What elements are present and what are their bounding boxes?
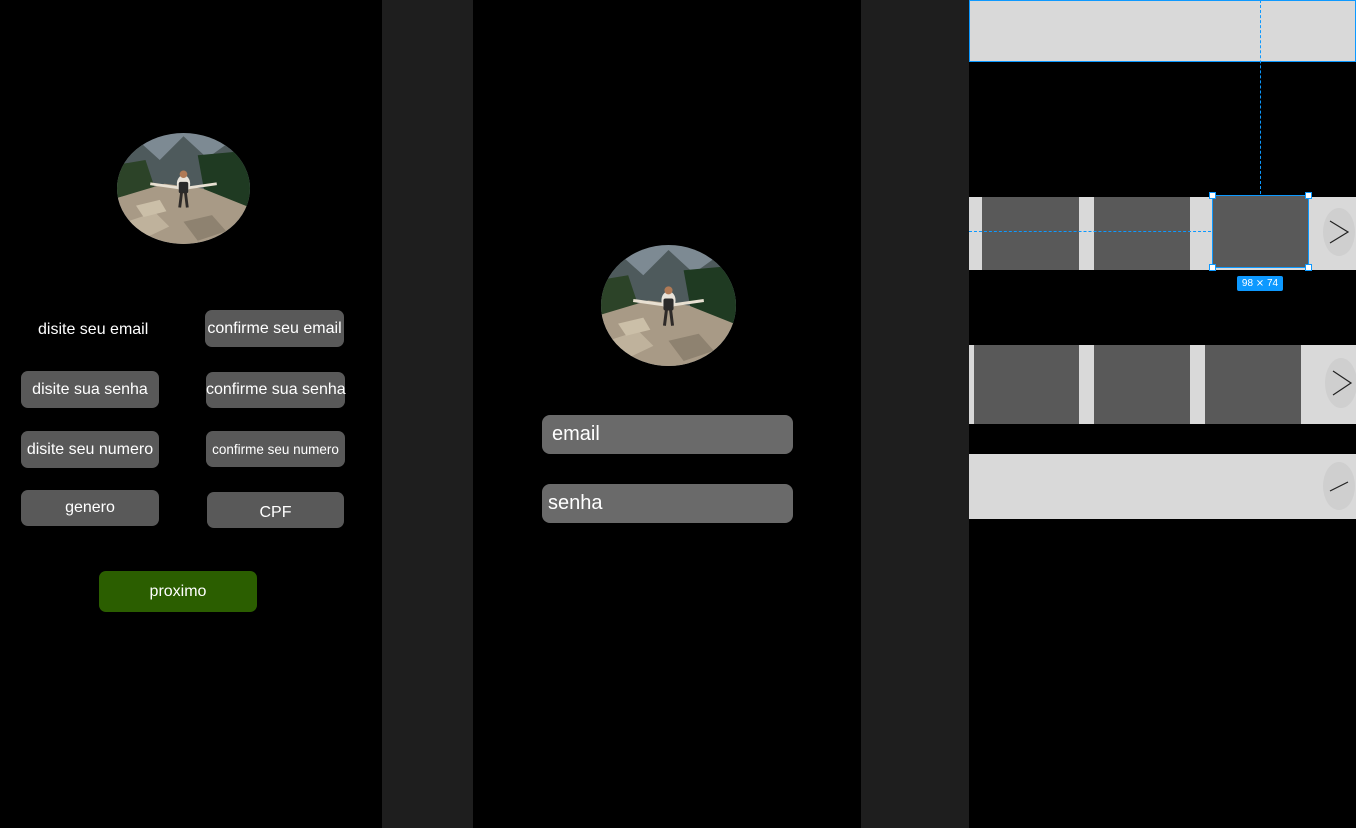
size-badge: 98 ⨯ 74 xyxy=(1237,276,1283,291)
home-frame: 98 ⨯ 74 xyxy=(969,0,1356,828)
resize-handle[interactable] xyxy=(1305,192,1312,199)
carousel-card[interactable] xyxy=(1094,345,1190,424)
carousel-card[interactable] xyxy=(1205,345,1301,424)
profile-photo xyxy=(117,133,250,244)
guide-line xyxy=(969,231,1211,232)
resize-handle[interactable] xyxy=(1209,264,1216,271)
carousel-card[interactable] xyxy=(1094,197,1190,270)
guide-line xyxy=(1260,0,1261,194)
email-input[interactable]: email xyxy=(542,415,793,454)
slash-icon xyxy=(1329,481,1349,492)
chevron-right-icon xyxy=(1329,220,1350,244)
resize-handle[interactable] xyxy=(1209,192,1216,199)
confirm-number-field[interactable]: confirme seu numero xyxy=(206,431,345,467)
resize-handle[interactable] xyxy=(1305,264,1312,271)
cpf-field[interactable]: CPF xyxy=(207,492,344,528)
chevron-right-icon xyxy=(1332,370,1353,396)
profile-photo xyxy=(601,245,736,366)
login-frame: email senha xyxy=(473,0,861,828)
password-field[interactable]: disite sua senha xyxy=(21,371,159,408)
carousel-card[interactable] xyxy=(982,197,1079,270)
footer-band xyxy=(969,454,1356,519)
slash-button[interactable] xyxy=(1323,462,1355,510)
next-arrow-button[interactable] xyxy=(1323,208,1355,256)
password-input[interactable]: senha xyxy=(542,484,793,523)
register-frame: disite seu email confirme seu email disi… xyxy=(0,0,382,828)
confirm-password-field[interactable]: confirme sua senha xyxy=(206,372,346,408)
next-button[interactable]: proximo xyxy=(99,571,257,612)
selection-outline xyxy=(1212,195,1309,268)
header-band xyxy=(969,0,1356,62)
gender-field[interactable]: genero xyxy=(21,490,159,526)
number-field[interactable]: disite seu numero xyxy=(21,431,159,468)
next-arrow-button[interactable] xyxy=(1325,358,1356,408)
email-field[interactable]: disite seu email xyxy=(38,321,148,339)
carousel-card[interactable] xyxy=(974,345,1079,424)
confirm-email-field[interactable]: confirme seu email xyxy=(205,310,344,347)
